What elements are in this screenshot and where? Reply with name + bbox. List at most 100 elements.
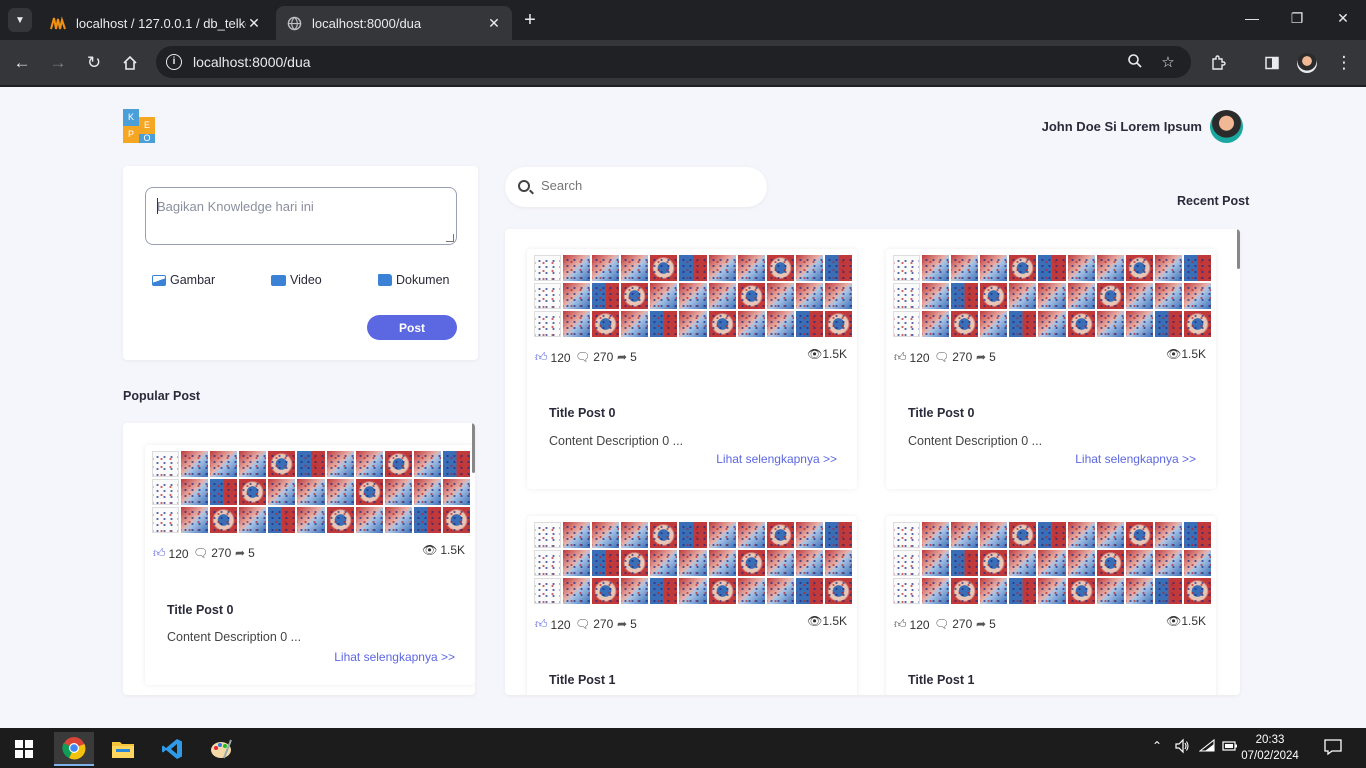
thumbnail-tile bbox=[1096, 311, 1124, 337]
profile-icon[interactable] bbox=[1296, 52, 1318, 74]
share-count[interactable]: ➦ 5 bbox=[976, 617, 996, 631]
post-thumbnail[interactable] bbox=[534, 522, 852, 604]
comment-value: 270 bbox=[952, 617, 973, 631]
close-icon[interactable]: ✕ bbox=[246, 15, 262, 32]
share-count[interactable]: ➦ 5 bbox=[617, 617, 637, 631]
post-card[interactable]: 👍︎ 120 🗨︎ 270 ➦ 5 👁︎ 1.5K Title Post 0 Conte… bbox=[527, 249, 857, 489]
read-more-link[interactable]: Lihat selengkapnya >> bbox=[716, 452, 837, 466]
minimize-icon[interactable]: — bbox=[1242, 10, 1262, 26]
tab-phpmyadmin[interactable]: localhost / 127.0.0.1 / db_telkom ✕ bbox=[40, 6, 272, 40]
thumbnail-tile bbox=[980, 283, 1008, 309]
reload-icon[interactable]: ↻ bbox=[83, 52, 105, 74]
comment-count[interactable]: 🗨︎ 270 bbox=[193, 546, 231, 560]
close-window-icon[interactable]: ✕ bbox=[1333, 10, 1353, 27]
comment-count[interactable]: 🗨︎ 270 bbox=[575, 350, 613, 364]
new-tab-icon[interactable]: + bbox=[520, 10, 540, 30]
comment-icon: 🗨︎ bbox=[934, 350, 950, 364]
like-count[interactable]: 👍︎ 120 bbox=[535, 350, 571, 365]
post-thumbnail[interactable] bbox=[534, 255, 852, 337]
post-thumbnail[interactable] bbox=[152, 451, 470, 533]
post-button[interactable]: Post bbox=[367, 315, 457, 340]
file-explorer-icon[interactable] bbox=[103, 732, 143, 766]
read-more-link[interactable]: Lihat selengkapnya >> bbox=[1075, 452, 1196, 466]
post-title[interactable]: Title Post 0 bbox=[167, 603, 233, 617]
post-thumbnail[interactable] bbox=[893, 522, 1211, 604]
thumbnail-tile bbox=[592, 255, 620, 281]
share-count[interactable]: ➦ 5 bbox=[617, 350, 637, 364]
extensions-icon[interactable] bbox=[1207, 52, 1229, 74]
post-title[interactable]: Title Post 1 bbox=[908, 673, 974, 687]
tab-list-icon[interactable]: ▼ bbox=[8, 8, 32, 32]
close-icon[interactable]: ✕ bbox=[486, 15, 502, 32]
battery-icon[interactable] bbox=[1222, 740, 1238, 755]
forward-icon[interactable]: → bbox=[47, 52, 69, 74]
comment-count[interactable]: 🗨︎ 270 bbox=[575, 617, 613, 631]
chevron-up-icon[interactable]: ⌃ bbox=[1152, 739, 1162, 753]
attach-label: Video bbox=[290, 273, 322, 287]
system-clock[interactable]: 20:33 07/02/2024 bbox=[1240, 732, 1300, 764]
zoom-icon[interactable] bbox=[1126, 53, 1144, 71]
bookmark-star-icon[interactable]: ☆ bbox=[1159, 53, 1177, 71]
back-icon[interactable]: ← bbox=[11, 52, 33, 74]
attach-document-button[interactable]: Dokumen bbox=[378, 273, 450, 287]
resize-grip-icon[interactable] bbox=[446, 234, 454, 242]
post-title[interactable]: Title Post 1 bbox=[549, 673, 615, 687]
kepo-logo[interactable]: K E P O bbox=[123, 109, 155, 143]
paint-icon[interactable] bbox=[201, 732, 241, 766]
vscode-icon[interactable] bbox=[152, 732, 192, 766]
wifi-icon[interactable] bbox=[1198, 738, 1215, 756]
notification-icon[interactable] bbox=[1324, 738, 1342, 759]
post-title[interactable]: Title Post 0 bbox=[549, 406, 615, 420]
attach-image-button[interactable]: Gambar bbox=[152, 273, 215, 287]
thumbnail-tile bbox=[563, 522, 591, 548]
maximize-icon[interactable]: ❐ bbox=[1287, 10, 1307, 27]
url-text[interactable]: localhost:8000/dua bbox=[193, 54, 311, 70]
chrome-icon[interactable] bbox=[54, 732, 94, 766]
tab-localhost-dua[interactable]: localhost:8000/dua ✕ bbox=[276, 6, 512, 40]
thumbnail-tile bbox=[413, 507, 441, 533]
avatar[interactable] bbox=[1210, 110, 1243, 143]
comment-count[interactable]: 🗨︎ 270 bbox=[934, 617, 972, 631]
thumbnail-tile bbox=[766, 550, 794, 576]
comment-count[interactable]: 🗨︎ 270 bbox=[934, 350, 972, 364]
post-card[interactable]: 👍︎ 120 🗨︎ 270 ➦ 5 👁︎ 1.5K Title Post 0 Conte… bbox=[886, 249, 1216, 489]
attach-video-button[interactable]: Video bbox=[271, 273, 322, 287]
speaker-icon[interactable] bbox=[1174, 738, 1190, 757]
share-count[interactable]: ➦ 5 bbox=[235, 546, 255, 560]
search-box[interactable] bbox=[505, 167, 767, 207]
compose-textarea[interactable]: Bagikan Knowledge hari ini bbox=[145, 187, 457, 245]
post-card[interactable]: 👍︎ 120 🗨︎ 270 ➦ 5 👁︎ 1.5K Title Post 1 bbox=[527, 516, 857, 695]
scrollbar-thumb[interactable] bbox=[472, 423, 475, 473]
post-card[interactable]: 👍︎ 120 🗨︎ 270 ➦ 5 👁︎ 1.5K Title Post 1 bbox=[886, 516, 1216, 695]
thumbnail-tile bbox=[824, 311, 852, 337]
post-card[interactable]: 👍︎ 120 🗨︎ 270 ➦ 5 👁︎ 1.5K Title Post 0 Conte… bbox=[145, 445, 475, 685]
thumbnail-tile bbox=[824, 255, 852, 281]
user-name: John Doe Si Lorem Ipsum bbox=[1041, 119, 1202, 134]
eye-icon: 👁︎ bbox=[1166, 347, 1182, 361]
thumbnail-tile bbox=[737, 283, 765, 309]
post-stats: 👍︎ 120 🗨︎ 270 ➦ 5 👁︎ 1.5K bbox=[535, 347, 847, 365]
home-icon[interactable] bbox=[119, 52, 141, 74]
share-count[interactable]: ➦ 5 bbox=[976, 350, 996, 364]
read-more-link[interactable]: Lihat selengkapnya >> bbox=[334, 650, 455, 664]
site-info-icon[interactable]: i bbox=[166, 54, 182, 70]
post-thumbnail[interactable] bbox=[893, 255, 1211, 337]
popular-posts-panel[interactable]: 👍︎ 120 🗨︎ 270 ➦ 5 👁︎ 1.5K Title Post 0 Conte… bbox=[123, 423, 475, 695]
thumbnail-tile bbox=[1183, 522, 1211, 548]
post-stats: 👍︎ 120 🗨︎ 270 ➦ 5 👁︎ 1.5K bbox=[894, 614, 1206, 632]
like-count[interactable]: 👍︎ 120 bbox=[894, 350, 930, 365]
address-bar[interactable]: i localhost:8000/dua ☆ bbox=[156, 46, 1191, 78]
like-count[interactable]: 👍︎ 120 bbox=[894, 617, 930, 632]
like-count[interactable]: 👍︎ 120 bbox=[153, 546, 189, 561]
menu-icon[interactable]: ⋮ bbox=[1333, 52, 1355, 74]
post-title[interactable]: Title Post 0 bbox=[908, 406, 974, 420]
scrollbar-thumb[interactable] bbox=[1237, 229, 1240, 269]
recent-posts-panel[interactable]: 👍︎ 120 🗨︎ 270 ➦ 5 👁︎ 1.5K Title Post 0 Conte… bbox=[505, 229, 1240, 695]
user-profile[interactable]: John Doe Si Lorem Ipsum bbox=[1042, 110, 1243, 143]
windows-start-icon[interactable] bbox=[4, 732, 44, 766]
like-count[interactable]: 👍︎ 120 bbox=[535, 617, 571, 632]
search-input[interactable] bbox=[541, 178, 741, 193]
thumbnail-tile bbox=[679, 522, 707, 548]
side-panel-icon[interactable] bbox=[1261, 52, 1283, 74]
thumbnail-tile bbox=[592, 550, 620, 576]
